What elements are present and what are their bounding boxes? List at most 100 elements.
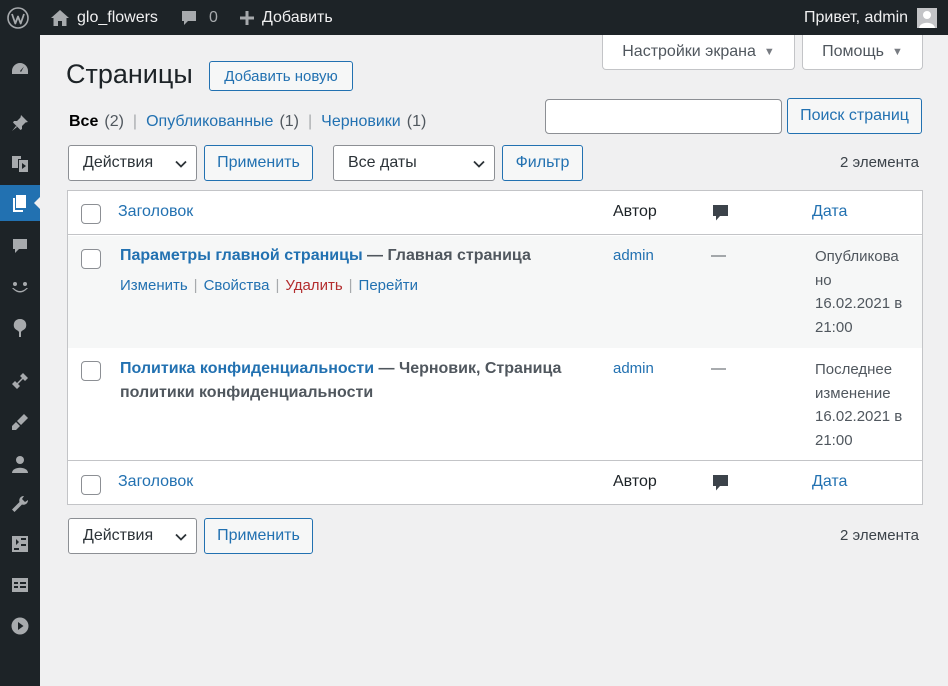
site-name: glo_flowers: [77, 8, 158, 26]
greeting: Привет, admin: [804, 8, 909, 26]
posts-icon[interactable]: [0, 105, 40, 141]
row-actions: Изменить | Свойства | Удалить | Перейти: [120, 277, 418, 294]
new-label: Добавить: [262, 8, 333, 26]
row-title-link[interactable]: Политика конфиденциальности: [120, 360, 374, 377]
feedback-icon[interactable]: [0, 270, 40, 306]
filter-published[interactable]: Опубликованные: [146, 113, 273, 131]
table-header: Заголовок Автор Дата: [68, 191, 922, 235]
separator: |: [308, 113, 313, 130]
comments-count: 0: [209, 8, 218, 26]
separator: |: [193, 277, 198, 294]
filter-drafts-count: (1): [406, 113, 427, 130]
bulk-actions-value: Действия: [83, 154, 154, 171]
pages-table: Заголовок Автор Дата Параметры главной с…: [67, 190, 923, 505]
status-filters: Все (2) | Опубликованные (1) | Черновики…: [69, 113, 426, 131]
dates-filter-value: Все даты: [348, 154, 417, 171]
column-title-sort[interactable]: Заголовок: [118, 473, 193, 491]
search-pages-button[interactable]: Поиск страниц: [787, 98, 922, 134]
view-link[interactable]: Перейти: [359, 277, 418, 294]
quick-edit-link[interactable]: Свойства: [204, 277, 270, 294]
filter-button[interactable]: Фильтр: [502, 145, 583, 181]
page-title: Страницы: [66, 59, 193, 89]
date-value: 16.02.2021 в 21:00: [815, 295, 903, 336]
row-checkbox[interactable]: [81, 361, 101, 381]
bulk-actions-select[interactable]: Действия: [68, 145, 197, 181]
column-date-sort[interactable]: Дата: [812, 473, 847, 491]
screen-options-button[interactable]: Настройки экрана ▼: [602, 35, 795, 70]
help-button[interactable]: Помощь ▼: [802, 35, 923, 70]
plugins-icon[interactable]: [0, 363, 40, 399]
author-link[interactable]: admin: [613, 360, 654, 377]
caret-down-icon: ▼: [891, 46, 903, 58]
trash-link[interactable]: Удалить: [285, 277, 342, 294]
bulk-actions-select-bottom[interactable]: Действия: [68, 518, 197, 554]
filter-drafts[interactable]: Черновики: [321, 113, 401, 131]
admin-menu: [0, 35, 40, 686]
table-footer: Заголовок Автор Дата: [68, 460, 922, 504]
items-count-bottom: 2 элемента: [840, 527, 919, 544]
items-count: 2 элемента: [840, 154, 919, 171]
home-icon: [50, 9, 70, 27]
comment-bubble-icon: [180, 9, 198, 27]
dashboard-icon[interactable]: [0, 52, 40, 88]
column-author: Автор: [613, 473, 657, 490]
woo-icon[interactable]: [0, 404, 40, 440]
separator: |: [348, 277, 353, 294]
settings-icon[interactable]: [0, 526, 40, 562]
separator: |: [132, 113, 138, 130]
comments-count: —: [711, 247, 726, 264]
dates-filter-select[interactable]: Все даты: [333, 145, 495, 181]
table-row: Параметры главной страницы — Главная стр…: [68, 236, 922, 348]
filter-all-count: (2): [104, 113, 124, 130]
collapse-icon[interactable]: [0, 608, 40, 644]
admin-bar: glo_flowers 0 Добавить Привет, admin: [0, 0, 948, 35]
media-icon[interactable]: [0, 146, 40, 182]
tools-icon[interactable]: [0, 486, 40, 522]
add-new-page-button[interactable]: Добавить новую: [209, 61, 353, 91]
apply-button[interactable]: Применить: [204, 145, 313, 181]
comments-column-icon[interactable]: [712, 204, 729, 227]
column-author: Автор: [613, 203, 657, 220]
bulk-actions-value: Действия: [83, 527, 154, 544]
row-title-cell: Политика конфиденциальности — Черновик, …: [120, 357, 580, 405]
date-status: Опубликова но: [815, 248, 899, 289]
date-status: Последнее изменение: [815, 361, 893, 402]
post-state: — Главная страница: [362, 247, 531, 264]
date-value: 16.02.2021 в 21:00: [815, 408, 903, 449]
separator: |: [275, 277, 280, 294]
column-date-sort[interactable]: Дата: [812, 203, 847, 221]
comments-column-icon[interactable]: [712, 474, 729, 497]
help-label: Помощь: [822, 43, 884, 60]
table-row: Политика конфиденциальности — Черновик, …: [68, 348, 922, 460]
site-name-menu[interactable]: glo_flowers: [50, 0, 158, 35]
row-checkbox[interactable]: [81, 249, 101, 269]
table-icon[interactable]: [0, 567, 40, 603]
filter-published-count: (1): [279, 113, 300, 130]
filter-all[interactable]: Все: [69, 113, 98, 131]
select-all-checkbox[interactable]: [81, 204, 101, 224]
plus-icon: [239, 10, 255, 26]
appearance-icon[interactable]: [0, 310, 40, 346]
author-link[interactable]: admin: [613, 247, 654, 264]
chevron-down-icon: [473, 160, 485, 168]
edit-link[interactable]: Изменить: [120, 277, 188, 294]
apply-button-bottom[interactable]: Применить: [204, 518, 313, 554]
account-menu[interactable]: Привет, admin: [804, 0, 938, 35]
pages-icon[interactable]: [0, 185, 40, 221]
select-all-checkbox[interactable]: [81, 475, 101, 495]
wordpress-logo-icon[interactable]: [7, 0, 29, 35]
new-content-menu[interactable]: Добавить: [239, 0, 333, 35]
avatar: [917, 7, 938, 28]
caret-down-icon: ▼: [763, 46, 775, 58]
comments-icon[interactable]: [0, 228, 40, 264]
users-icon[interactable]: [0, 446, 40, 482]
screen-options-label: Настройки экрана: [622, 43, 756, 60]
row-title-link[interactable]: Параметры главной страницы: [120, 247, 363, 264]
comments-count: —: [711, 360, 726, 377]
chevron-down-icon: [175, 160, 187, 168]
column-title-sort[interactable]: Заголовок: [118, 203, 193, 221]
date-cell: Опубликова но 16.02.2021 в 21:00: [815, 245, 915, 339]
comments-menu[interactable]: 0: [180, 0, 218, 35]
chevron-down-icon: [175, 533, 187, 541]
search-input[interactable]: [545, 99, 782, 134]
